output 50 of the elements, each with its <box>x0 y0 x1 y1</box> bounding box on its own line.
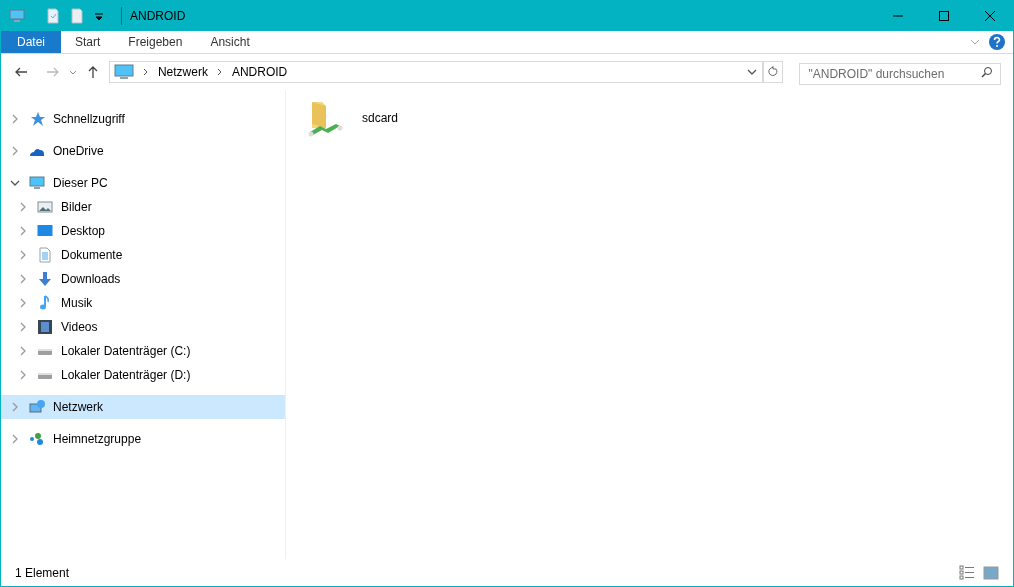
file-tab[interactable]: Datei <box>1 31 61 53</box>
monitor-icon <box>29 175 45 191</box>
tree-item[interactable]: Lokaler Datenträger (C:) <box>1 339 285 363</box>
monitor-icon[interactable] <box>9 8 25 24</box>
document-icon <box>37 247 53 263</box>
window-title: ANDROID <box>121 7 186 25</box>
dropdown-caret-icon[interactable] <box>93 10 105 22</box>
star-icon <box>29 111 45 127</box>
ribbon-tab[interactable]: Ansicht <box>196 31 264 53</box>
breadcrumb-chevron-icon[interactable] <box>141 68 150 76</box>
film-icon <box>37 319 53 335</box>
tree-item[interactable]: Videos <box>1 315 285 339</box>
search-field[interactable]: "ANDROID" durchsuchen <box>799 63 1001 85</box>
ribbon-tab[interactable]: Freigeben <box>114 31 197 53</box>
search-icon[interactable] <box>981 66 993 78</box>
tree-item[interactable]: Downloads <box>1 267 285 291</box>
tree-item[interactable]: Heimnetzgruppe <box>1 427 285 451</box>
download-arrow-icon <box>37 271 53 287</box>
new-folder-icon[interactable] <box>69 8 85 24</box>
breadcrumb[interactable]: ANDROID <box>231 63 288 81</box>
recent-caret-icon[interactable] <box>68 68 77 76</box>
monitor-icon <box>113 64 134 80</box>
picture-icon <box>37 199 53 215</box>
status-text: 1 Element <box>15 564 70 582</box>
details-view-icon[interactable] <box>959 564 975 581</box>
drive-icon <box>37 373 53 379</box>
tree-item[interactable]: Musik <box>1 291 285 315</box>
homegroup-icon <box>29 431 45 447</box>
refresh-icon[interactable] <box>767 66 780 78</box>
folder-item[interactable]: sdcard <box>306 98 446 138</box>
help-icon[interactable] <box>989 34 1005 50</box>
breadcrumb-chevron-icon[interactable] <box>215 68 224 76</box>
close-icon[interactable] <box>985 11 995 21</box>
tree-item[interactable]: OneDrive <box>1 139 285 163</box>
properties-icon[interactable] <box>45 8 61 24</box>
tree-item[interactable]: Desktop <box>1 219 285 243</box>
tree-item[interactable]: Dieser PC <box>1 171 285 195</box>
address-bar[interactable]: Netzwerk ANDROID <box>108 61 764 83</box>
tree-item[interactable]: Netzwerk <box>1 395 285 419</box>
breadcrumb[interactable]: Netzwerk <box>157 63 208 81</box>
tree-item[interactable]: Schnellzugriff <box>1 107 285 131</box>
drive-icon <box>37 349 53 355</box>
ribbon-tab[interactable]: Start <box>61 31 115 53</box>
tree-item[interactable]: Bilder <box>1 195 285 219</box>
desktop-icon <box>37 223 53 239</box>
large-icons-view-icon[interactable] <box>983 564 999 581</box>
tree-item[interactable]: Lokaler Datenträger (D:) <box>1 363 285 387</box>
tree-item[interactable]: Dokumente <box>1 243 285 267</box>
network-icon <box>29 399 45 415</box>
maximize-icon[interactable] <box>939 11 949 21</box>
